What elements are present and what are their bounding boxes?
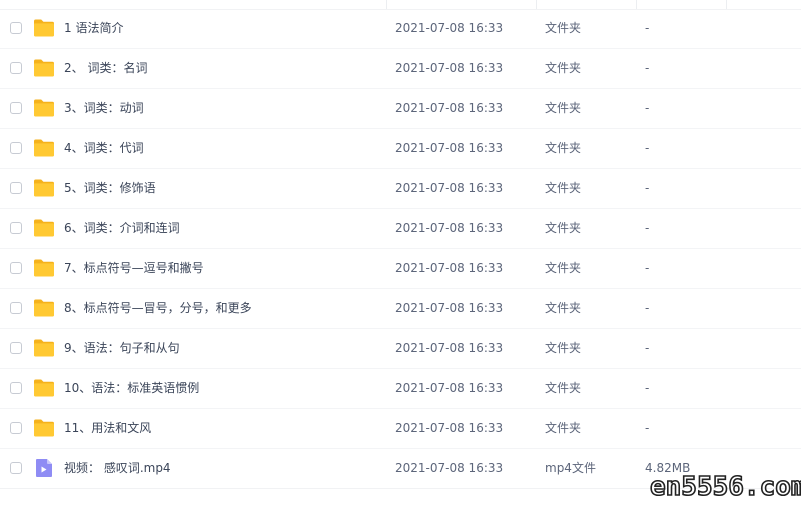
- modified-time: 2021-07-08 16:33: [395, 101, 504, 115]
- file-type: 文件夹: [545, 141, 582, 155]
- file-row[interactable]: 1 语法简介 2021-07-08 16:33 文件夹 -: [0, 9, 801, 49]
- file-type: 文件夹: [545, 301, 582, 315]
- folder-icon: [33, 138, 55, 158]
- column-divider[interactable]: [726, 0, 727, 9]
- file-type: mp4文件: [545, 461, 596, 475]
- row-checkbox[interactable]: [10, 302, 22, 314]
- row-checkbox[interactable]: [10, 102, 22, 114]
- file-name[interactable]: 9、语法：句子和从句: [64, 340, 180, 356]
- modified-time: 2021-07-08 16:33: [395, 261, 504, 275]
- file-name[interactable]: 8、标点符号—冒号，分号，和更多: [64, 300, 252, 316]
- file-size: -: [645, 61, 650, 75]
- folder-icon: [33, 258, 55, 278]
- file-type: 文件夹: [545, 381, 582, 395]
- modified-time: 2021-07-08 16:33: [395, 301, 504, 315]
- column-divider[interactable]: [386, 0, 387, 9]
- file-list: 1 语法简介 2021-07-08 16:33 文件夹 - 2、 词类：名词 2…: [0, 0, 801, 505]
- file-row[interactable]: 5、词类：修饰语 2021-07-08 16:33 文件夹 -: [0, 169, 801, 209]
- file-row[interactable]: 2、 词类：名词 2021-07-08 16:33 文件夹 -: [0, 49, 801, 89]
- file-size: -: [645, 301, 650, 315]
- file-row[interactable]: 10、语法：标准英语惯例 2021-07-08 16:33 文件夹 -: [0, 369, 801, 409]
- file-type: 文件夹: [545, 421, 582, 435]
- file-size: -: [645, 221, 650, 235]
- folder-icon: [33, 98, 55, 118]
- watermark: en5556.com: [649, 471, 801, 503]
- modified-time: 2021-07-08 16:33: [395, 181, 504, 195]
- file-size: -: [645, 421, 650, 435]
- folder-icon: [33, 338, 55, 358]
- folder-icon: [33, 378, 55, 398]
- row-checkbox[interactable]: [10, 142, 22, 154]
- modified-time: 2021-07-08 16:33: [395, 341, 504, 355]
- file-type: 文件夹: [545, 261, 582, 275]
- file-type: 文件夹: [545, 101, 582, 115]
- column-divider[interactable]: [636, 0, 637, 9]
- file-name[interactable]: 视频： 感叹词.mp4: [64, 460, 171, 476]
- file-row[interactable]: 8、标点符号—冒号，分号，和更多 2021-07-08 16:33 文件夹 -: [0, 289, 801, 329]
- folder-icon: [33, 218, 55, 238]
- folder-icon: [33, 58, 55, 78]
- modified-time: 2021-07-08 16:33: [395, 221, 504, 235]
- modified-time: 2021-07-08 16:33: [395, 61, 504, 75]
- modified-time: 2021-07-08 16:33: [395, 21, 504, 35]
- file-size: -: [645, 101, 650, 115]
- file-row[interactable]: 6、词类：介词和连词 2021-07-08 16:33 文件夹 -: [0, 209, 801, 249]
- file-size: -: [645, 381, 650, 395]
- row-checkbox[interactable]: [10, 262, 22, 274]
- file-row[interactable]: 7、标点符号—逗号和撇号 2021-07-08 16:33 文件夹 -: [0, 249, 801, 289]
- file-type: 文件夹: [545, 221, 582, 235]
- row-checkbox[interactable]: [10, 382, 22, 394]
- file-name[interactable]: 6、词类：介词和连词: [64, 220, 180, 236]
- modified-time: 2021-07-08 16:33: [395, 381, 504, 395]
- file-size: -: [645, 341, 650, 355]
- file-type: 文件夹: [545, 341, 582, 355]
- file-name[interactable]: 10、语法：标准英语惯例: [64, 380, 199, 396]
- file-size: -: [645, 21, 650, 35]
- row-checkbox[interactable]: [10, 22, 22, 34]
- row-checkbox[interactable]: [10, 422, 22, 434]
- file-row[interactable]: 4、词类：代词 2021-07-08 16:33 文件夹 -: [0, 129, 801, 169]
- row-checkbox[interactable]: [10, 462, 22, 474]
- file-row[interactable]: 11、用法和文风 2021-07-08 16:33 文件夹 -: [0, 409, 801, 449]
- file-type: 文件夹: [545, 61, 582, 75]
- file-name[interactable]: 5、词类：修饰语: [64, 180, 156, 196]
- folder-icon: [33, 418, 55, 438]
- modified-time: 2021-07-08 16:33: [395, 421, 504, 435]
- modified-time: 2021-07-08 16:33: [395, 461, 504, 475]
- file-row[interactable]: 9、语法：句子和从句 2021-07-08 16:33 文件夹 -: [0, 329, 801, 369]
- file-name[interactable]: 3、词类：动词: [64, 100, 144, 116]
- row-checkbox[interactable]: [10, 342, 22, 354]
- file-name[interactable]: 4、词类：代词: [64, 140, 144, 156]
- folder-icon: [33, 298, 55, 318]
- file-type: 文件夹: [545, 21, 582, 35]
- row-checkbox[interactable]: [10, 222, 22, 234]
- folder-icon: [33, 18, 55, 38]
- column-divider[interactable]: [536, 0, 537, 9]
- video-file-icon: [33, 458, 55, 478]
- modified-time: 2021-07-08 16:33: [395, 141, 504, 155]
- row-checkbox[interactable]: [10, 182, 22, 194]
- file-name[interactable]: 1 语法简介: [64, 20, 123, 36]
- file-size: -: [645, 141, 650, 155]
- file-size: -: [645, 261, 650, 275]
- file-name[interactable]: 2、 词类：名词: [64, 60, 147, 76]
- file-type: 文件夹: [545, 181, 582, 195]
- file-row[interactable]: 3、词类：动词 2021-07-08 16:33 文件夹 -: [0, 89, 801, 129]
- row-checkbox[interactable]: [10, 62, 22, 74]
- folder-icon: [33, 178, 55, 198]
- file-name[interactable]: 11、用法和文风: [64, 420, 151, 436]
- file-size: -: [645, 181, 650, 195]
- file-name[interactable]: 7、标点符号—逗号和撇号: [64, 260, 204, 276]
